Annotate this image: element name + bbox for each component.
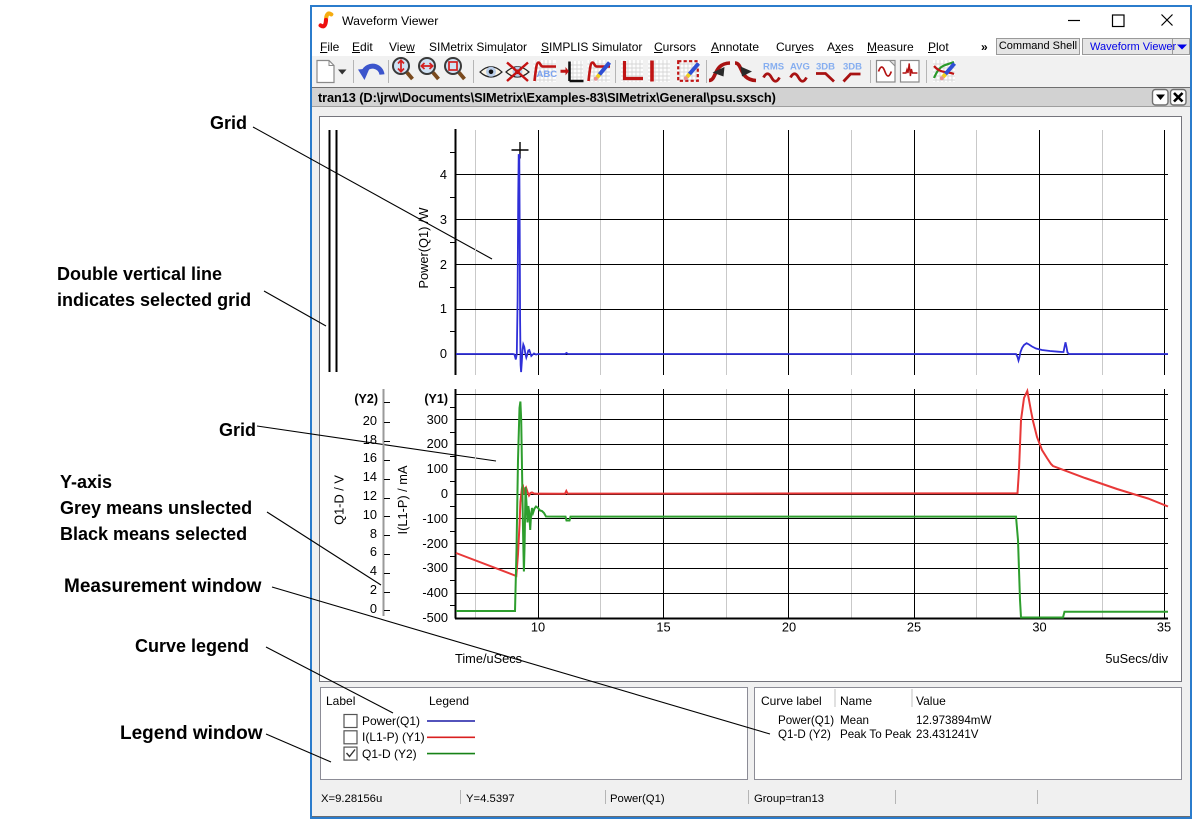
svg-text:10: 10: [363, 507, 377, 522]
svg-text:20: 20: [782, 620, 796, 635]
svg-text:-500: -500: [422, 610, 448, 625]
svg-text:3DB: 3DB: [843, 62, 862, 73]
svg-text:ABC: ABC: [537, 69, 558, 80]
svg-text:-100: -100: [422, 511, 448, 526]
svg-text:12: 12: [363, 488, 377, 503]
svg-text:200: 200: [427, 436, 448, 451]
svg-text:RMS: RMS: [763, 62, 784, 73]
svg-text:14: 14: [363, 469, 377, 484]
svg-text:30: 30: [1032, 620, 1046, 635]
svg-text:10: 10: [531, 620, 545, 635]
svg-text:3DB: 3DB: [816, 62, 835, 73]
svg-text:2: 2: [370, 582, 377, 597]
svg-text:-400: -400: [422, 585, 448, 600]
svg-text:300: 300: [427, 412, 448, 427]
svg-text:Time/uSecs: Time/uSecs: [455, 651, 522, 666]
svg-text:25: 25: [907, 620, 921, 635]
svg-text:-300: -300: [422, 560, 448, 575]
svg-text:AVG: AVG: [790, 62, 810, 73]
svg-text:3: 3: [440, 212, 447, 227]
svg-text:100: 100: [427, 461, 448, 476]
svg-text:2: 2: [440, 257, 447, 272]
svg-text:4: 4: [370, 563, 377, 578]
svg-text:I(L1-P) / mA: I(L1-P) / mA: [395, 465, 410, 534]
svg-text:-200: -200: [422, 536, 448, 551]
svg-text:35: 35: [1157, 620, 1171, 635]
svg-text:0: 0: [440, 346, 447, 361]
svg-text:16: 16: [363, 450, 377, 465]
svg-text:(Y2): (Y2): [354, 392, 378, 406]
svg-text:8: 8: [370, 526, 377, 541]
svg-text:(Y1): (Y1): [424, 392, 448, 406]
svg-text:1: 1: [440, 301, 447, 316]
svg-text:0: 0: [441, 486, 448, 501]
svg-text:Q1-D / V: Q1-D / V: [332, 475, 347, 525]
svg-text:15: 15: [656, 620, 670, 635]
svg-text:5uSecs/div: 5uSecs/div: [1105, 651, 1168, 666]
svg-text:20: 20: [363, 413, 377, 428]
svg-text:0: 0: [370, 601, 377, 616]
svg-text:18: 18: [363, 432, 377, 447]
svg-text:Power(Q1) /W: Power(Q1) /W: [416, 207, 431, 289]
svg-text:6: 6: [370, 544, 377, 559]
svg-text:4: 4: [440, 167, 447, 182]
